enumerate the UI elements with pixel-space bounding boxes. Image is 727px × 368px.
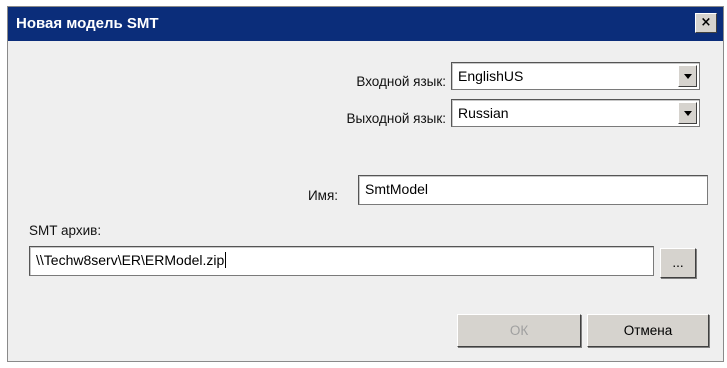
ok-button[interactable]: ОК — [457, 314, 581, 347]
name-value: SmtModel — [365, 181, 429, 197]
ok-label: ОК — [509, 323, 529, 338]
title-bar[interactable]: Новая модель SMT × — [8, 7, 723, 41]
output-language-dropdown-button[interactable] — [678, 102, 697, 124]
input-language-value: EnglishUS — [458, 68, 524, 84]
output-language-select[interactable]: Russian — [451, 99, 700, 127]
close-button[interactable]: × — [695, 13, 717, 33]
archive-path-input[interactable]: \\Techw8serv\ER\ERModel.zip — [29, 246, 654, 276]
archive-path-value: \\Techw8serv\ER\ERModel.zip — [36, 252, 225, 268]
text-caret — [225, 252, 227, 268]
cancel-label: Отмена — [623, 323, 673, 338]
output-language-value: Russian — [458, 105, 509, 121]
input-language-dropdown-button[interactable] — [678, 65, 697, 87]
name-label: Имя: — [307, 188, 338, 203]
close-icon: × — [700, 15, 712, 30]
browse-button[interactable]: ... — [660, 248, 696, 278]
dialog-window: Новая модель SMT × Входной язык: English… — [7, 6, 724, 362]
chevron-down-icon — [683, 110, 692, 116]
window-title: Новая модель SMT — [16, 15, 159, 32]
name-input[interactable]: SmtModel — [358, 175, 708, 205]
cancel-button[interactable]: Отмена — [587, 314, 709, 347]
input-language-label: Входной язык: — [356, 74, 446, 89]
archive-label: SMT архив: — [29, 223, 102, 238]
browse-label: ... — [672, 255, 684, 270]
chevron-down-icon — [683, 73, 692, 79]
input-language-select[interactable]: EnglishUS — [451, 62, 700, 90]
output-language-label: Выходной язык: — [346, 111, 446, 126]
